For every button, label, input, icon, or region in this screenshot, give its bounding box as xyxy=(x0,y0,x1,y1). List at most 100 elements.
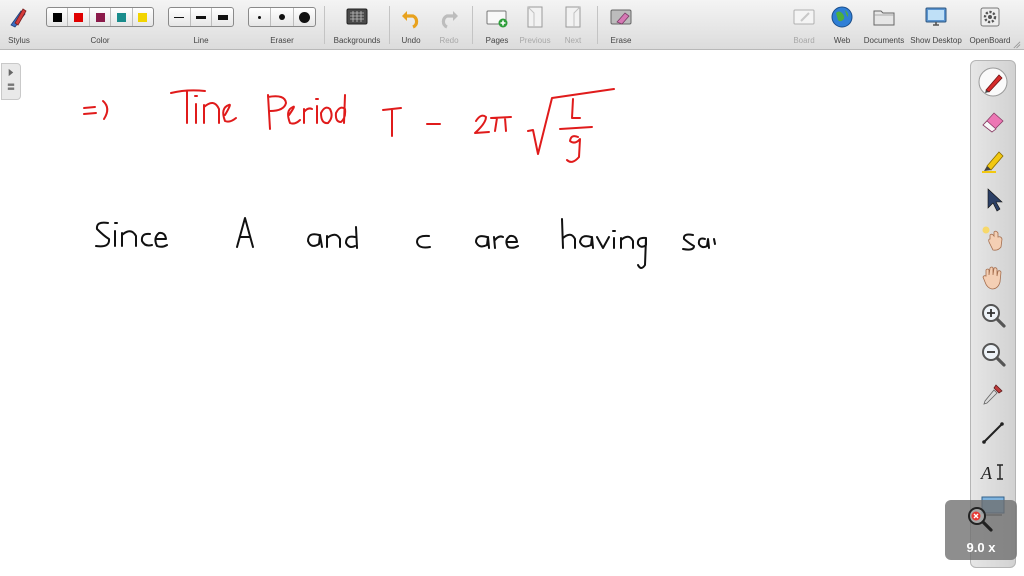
next-page-icon xyxy=(565,6,581,28)
undo-icon xyxy=(402,11,419,29)
zoom-out-tool-button[interactable] xyxy=(978,340,1008,370)
text-tool-button[interactable]: A xyxy=(978,457,1008,487)
openboard-label: OpenBoard xyxy=(969,36,1011,45)
hand-icon xyxy=(982,266,1002,290)
color-black-button[interactable] xyxy=(47,8,69,26)
erase-button[interactable]: Erase xyxy=(602,0,640,50)
eraser-medium-button[interactable] xyxy=(271,8,294,26)
toolbar-separator xyxy=(324,6,325,44)
color-black-swatch xyxy=(52,12,62,22)
color-group: Color xyxy=(44,0,156,50)
eraser-medium-icon xyxy=(278,14,285,20)
board-label: Board xyxy=(793,36,815,45)
openboard-button[interactable]: OpenBoard xyxy=(966,0,1014,50)
monitor-icon xyxy=(925,7,947,26)
board-icon xyxy=(793,9,815,25)
color-maroon-swatch xyxy=(95,12,105,22)
toolbar-separator xyxy=(472,6,473,44)
toolbar-separator xyxy=(597,6,598,44)
pointer-icon xyxy=(987,188,1003,212)
color-maroon-button[interactable] xyxy=(90,8,112,26)
web-label: Web xyxy=(833,36,851,45)
line-thick-icon xyxy=(217,14,228,20)
zoom-in-tool-button[interactable] xyxy=(978,301,1008,331)
eraser-large-icon xyxy=(298,11,310,23)
hand-tool-button[interactable] xyxy=(978,262,1008,292)
text-icon: A xyxy=(980,463,1003,483)
gear-icon xyxy=(980,7,1000,27)
zoom-level-overlay: 9.0 x xyxy=(945,500,1017,560)
line-medium-icon xyxy=(196,15,206,19)
folder-icon xyxy=(873,10,895,26)
stylus-button[interactable]: Stylus xyxy=(2,0,36,50)
stylus-label: Stylus xyxy=(8,36,30,45)
zoom-level-label: 9.0 x xyxy=(966,540,996,555)
pipette-icon xyxy=(983,384,1003,405)
top-toolbar: Stylus Color Line Eraser Backgrounds Und… xyxy=(0,0,1024,50)
next-button[interactable]: Next xyxy=(554,0,592,50)
laser-pointer-icon xyxy=(982,226,1003,251)
handwriting-formula xyxy=(83,88,615,163)
zoom-reset-icon[interactable] xyxy=(965,504,995,534)
toolbar-separator xyxy=(389,6,390,44)
eraser-large-button[interactable] xyxy=(294,8,315,26)
pipette-tool-button[interactable] xyxy=(978,379,1008,409)
web-button[interactable]: Web xyxy=(824,0,860,50)
laser-pointer-tool-button[interactable] xyxy=(978,223,1008,253)
whiteboard-canvas[interactable] xyxy=(0,51,1024,576)
erase-board-icon xyxy=(610,9,632,25)
pointer-tool-button[interactable] xyxy=(978,184,1008,214)
redo-button[interactable]: Redo xyxy=(432,0,466,50)
backgrounds-button[interactable]: Backgrounds xyxy=(330,0,384,50)
show-desktop-button[interactable]: Show Desktop xyxy=(908,0,964,50)
eraser-small-icon xyxy=(258,15,262,19)
color-teal-swatch xyxy=(116,12,126,22)
eraser-label: Eraser xyxy=(270,36,294,45)
redo-label: Redo xyxy=(439,36,459,45)
pen-icon xyxy=(978,67,1008,97)
backgrounds-label: Backgrounds xyxy=(333,36,381,45)
pages-label: Pages xyxy=(485,36,509,45)
eraser-group: Eraser xyxy=(246,0,318,50)
previous-label: Previous xyxy=(519,36,551,45)
stylus-icon xyxy=(10,8,27,28)
line-width-selector xyxy=(168,7,234,27)
undo-button[interactable]: Undo xyxy=(394,0,428,50)
line-group: Line xyxy=(166,0,236,50)
eraser-size-selector xyxy=(248,7,316,27)
color-yellow-button[interactable] xyxy=(133,8,153,26)
line-label: Line xyxy=(193,36,209,45)
color-yellow-swatch xyxy=(138,12,148,22)
line-thin-icon xyxy=(174,16,185,18)
eraser-small-button[interactable] xyxy=(249,8,272,26)
documents-button[interactable]: Documents xyxy=(862,0,906,50)
zoom-out-icon xyxy=(982,343,1006,367)
color-teal-button[interactable] xyxy=(111,8,133,26)
zoom-in-icon xyxy=(982,304,1006,328)
pen-tool-button[interactable] xyxy=(978,67,1008,97)
line-thick-button[interactable] xyxy=(212,8,233,26)
backgrounds-icon xyxy=(346,8,368,25)
add-page-icon xyxy=(486,10,508,28)
show-desktop-label: Show Desktop xyxy=(910,36,962,45)
previous-button[interactable]: Previous xyxy=(516,0,554,50)
previous-page-icon xyxy=(527,6,543,28)
highlighter-icon xyxy=(982,151,1004,173)
board-button[interactable]: Board xyxy=(786,0,822,50)
line-thin-button[interactable] xyxy=(169,8,191,26)
eraser-icon xyxy=(982,112,1004,133)
color-red-button[interactable] xyxy=(68,8,90,26)
line-tool-button[interactable] xyxy=(978,418,1008,448)
pages-button[interactable]: Pages xyxy=(478,0,516,50)
globe-icon xyxy=(831,6,853,28)
handwriting-sentence xyxy=(95,217,716,269)
color-selector xyxy=(46,7,154,27)
next-label: Next xyxy=(564,36,582,45)
eraser-tool-button[interactable] xyxy=(978,106,1008,136)
undo-label: Undo xyxy=(401,36,421,45)
highlighter-tool-button[interactable] xyxy=(978,145,1008,175)
resize-grip-icon[interactable] xyxy=(1012,40,1021,49)
line-medium-button[interactable] xyxy=(191,8,213,26)
redo-icon xyxy=(441,11,458,29)
color-red-swatch xyxy=(74,12,84,22)
